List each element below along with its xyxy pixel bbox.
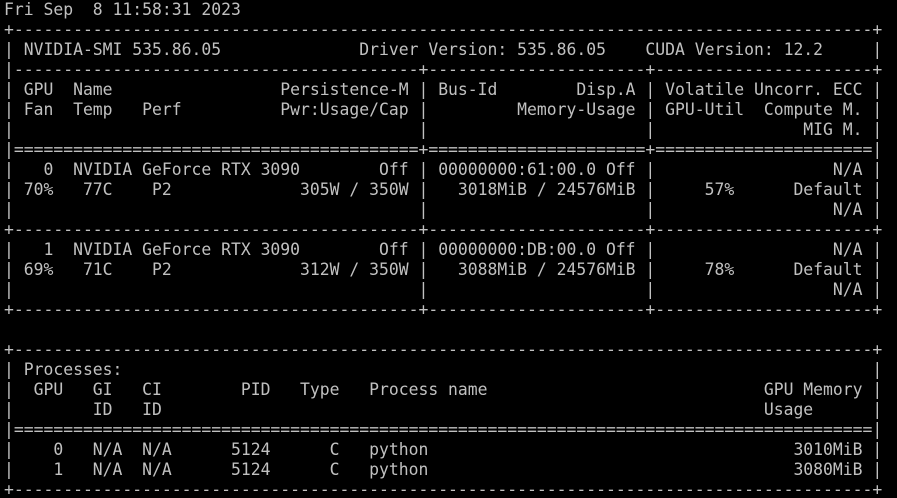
gpu-separator: +---------------------------------------… (4, 220, 883, 239)
processes-double-separator: |=======================================… (4, 420, 883, 439)
gpu-column-header-row-1: | GPU Name Persistence-M | Bus-Id Disp.A… (4, 80, 883, 99)
gpu-0-row-1: | 0 NVIDIA GeForce RTX 3090 Off | 000000… (4, 160, 883, 179)
gpu-1-row-1: | 1 NVIDIA GeForce RTX 3090 Off | 000000… (4, 240, 883, 259)
timestamp-line: Fri Sep 8 11:58:31 2023 (4, 0, 241, 19)
gpu-column-header-row-3: | | | MIG M. | (4, 120, 883, 139)
gpu-column-header-row-2: | Fan Temp Perf Pwr:Usage/Cap | Memory-U… (4, 100, 883, 119)
gpu-1-row-3: | | | N/A | (4, 280, 883, 299)
table-separator: |---------------------------------------… (4, 60, 883, 79)
processes-column-header-row-1: | GPU GI CI PID Type Process name GPU Me… (4, 380, 883, 399)
terminal-output: Fri Sep 8 11:58:31 2023 +----------------… (0, 0, 897, 498)
process-row-gpu-1: | 1 N/A N/A 5124 C python 3080MiB | (4, 460, 883, 479)
table-border-top: +---------------------------------------… (4, 20, 883, 39)
processes-title: | Processes: | (4, 360, 883, 379)
gpu-1-row-2: | 69% 71C P2 312W / 350W | 3088MiB / 245… (4, 260, 883, 279)
gpu-0-row-2: | 70% 77C P2 305W / 350W | 3018MiB / 245… (4, 180, 883, 199)
gpu-table-border-bottom: +---------------------------------------… (4, 300, 883, 319)
processes-table-border-top: +---------------------------------------… (4, 340, 883, 359)
processes-column-header-row-2: | ID ID Usage | (4, 400, 883, 419)
gpu-0-row-3: | | | N/A | (4, 200, 883, 219)
processes-table-border-bottom: +---------------------------------------… (4, 480, 883, 498)
nvidia-smi-version-header: | NVIDIA-SMI 535.86.05 Driver Version: 5… (4, 40, 883, 59)
process-row-gpu-0: | 0 N/A N/A 5124 C python 3010MiB | (4, 440, 883, 459)
terminal-window[interactable]: Fri Sep 8 11:58:31 2023 +----------------… (0, 0, 897, 498)
header-double-separator: |=======================================… (4, 140, 883, 159)
